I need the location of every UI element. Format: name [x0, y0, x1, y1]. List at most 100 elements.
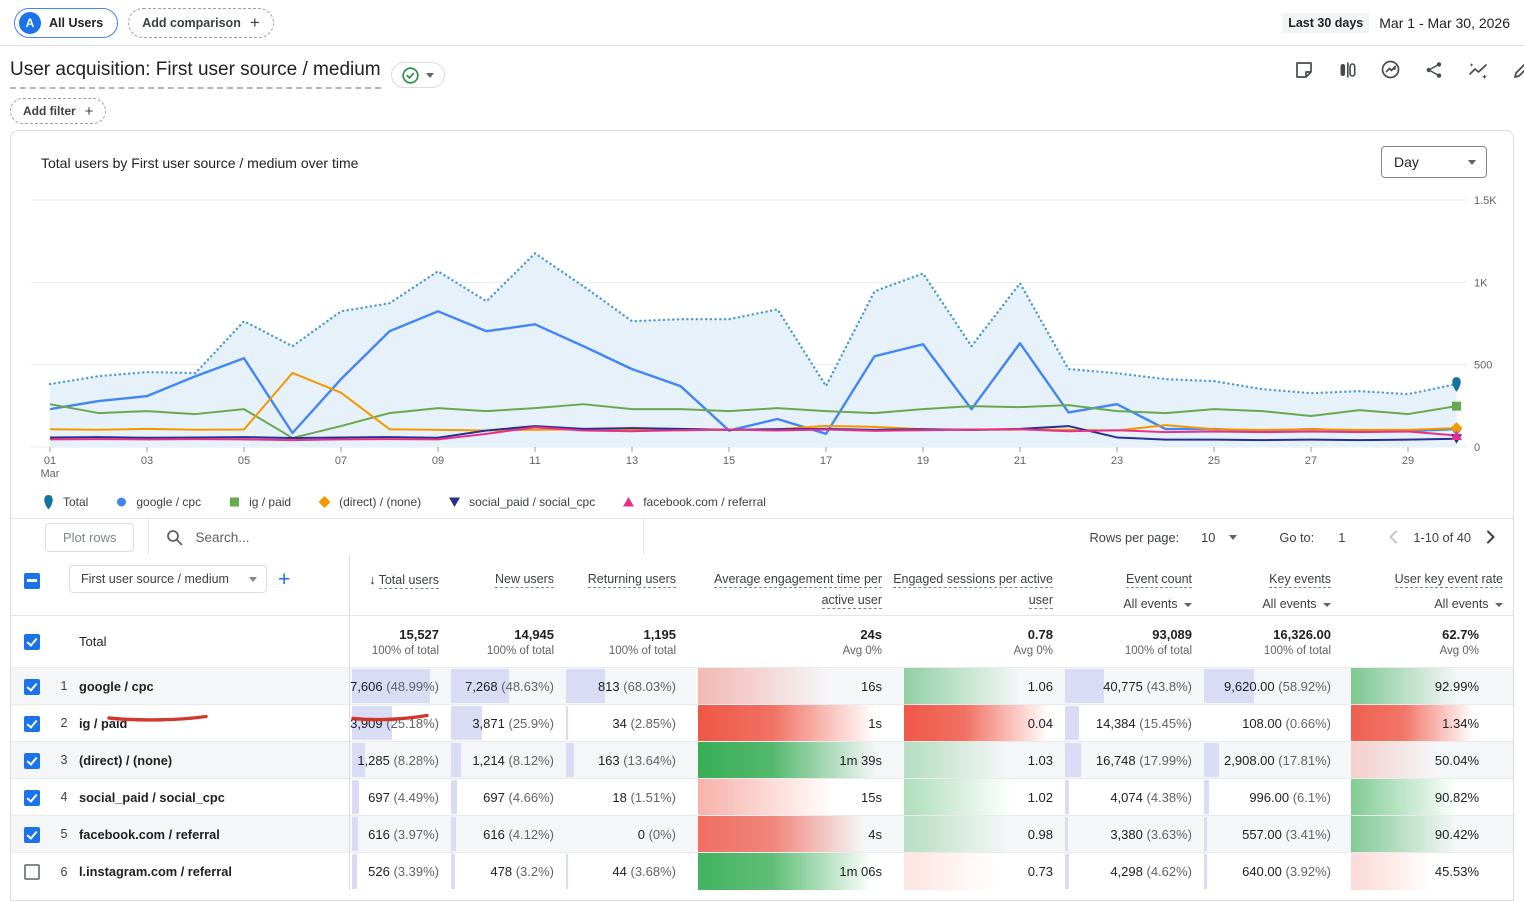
totals-cell-key_events: 16,326.00 100% of total	[1202, 615, 1342, 668]
metric-cell-returning_users: 813 (68.03%)	[564, 667, 687, 705]
metric-cell-event_count: 14,384 (15.45%)	[1063, 704, 1203, 742]
report-status-badge[interactable]	[390, 62, 445, 88]
row-checkbox[interactable]	[24, 678, 40, 695]
legend-item[interactable]: Total	[41, 494, 88, 510]
column-filter[interactable]: All events	[1203, 594, 1332, 615]
column-label[interactable]: Total users	[378, 573, 440, 589]
granularity-select[interactable]: Day	[1381, 146, 1487, 178]
insights-icon[interactable]	[1467, 60, 1489, 80]
heatmap-cell: 1.06	[904, 668, 1064, 705]
source-medium-cell: (direct) / (none)	[77, 741, 350, 779]
heatmap-cell: 0.04	[904, 705, 1064, 742]
chart-title: Total users by First user source / mediu…	[41, 155, 359, 171]
chevron-down-icon[interactable]	[1229, 534, 1238, 540]
totals-cell-event_count: 93,089 100% of total	[1063, 615, 1203, 668]
next-page-icon[interactable]	[1481, 528, 1499, 546]
notes-icon[interactable]	[1294, 60, 1314, 80]
column-filter[interactable]: All events	[1064, 594, 1193, 615]
row-checkbox[interactable]	[24, 715, 40, 732]
add-comparison-label: Add comparison	[142, 15, 241, 30]
legend-label: ig / paid	[249, 495, 292, 509]
column-label[interactable]: User key event rate	[1394, 572, 1504, 588]
data-bar	[351, 854, 357, 889]
column-header-user_key_event_rate: User key event rate All events	[1341, 555, 1513, 616]
table-row[interactable]: 6 l.instagram.com / referral 526 (3.39%) 4…	[11, 852, 1513, 890]
row-checkbox[interactable]	[24, 826, 40, 843]
metric-cell-event_count: 16,748 (17.99%)	[1063, 741, 1203, 779]
ab-compare-icon[interactable]	[1337, 60, 1357, 80]
totals-cell-engaged_sessions: 0.78 Avg 0%	[892, 615, 1064, 668]
data-bar	[1204, 817, 1208, 852]
row-checkbox[interactable]	[24, 752, 40, 769]
x-axis-tick-label: 13	[626, 455, 638, 467]
add-comparison-button[interactable]: Add comparison +	[128, 7, 274, 38]
edit-icon[interactable]	[1512, 60, 1524, 80]
legend-label: (direct) / (none)	[339, 495, 422, 509]
column-label[interactable]: Event count	[1126, 572, 1193, 588]
y-axis-tick-label: 1.5K	[1474, 195, 1497, 207]
page-title: User acquisition: First user source / me…	[10, 59, 381, 89]
date-range-type: Last 30 days	[1282, 12, 1370, 33]
table-row[interactable]: 2 ig / paid 3,909 (25.18%) 3,871 (25.9%) 34…	[11, 704, 1513, 742]
share-icon[interactable]	[1424, 60, 1444, 80]
column-label[interactable]: Returning users	[587, 572, 677, 588]
add-dimension-button[interactable]: +	[278, 569, 290, 590]
table-row[interactable]: 5 facebook.com / referral 616 (3.97%) 616 …	[11, 815, 1513, 853]
rows-per-page-label: Rows per page:	[1089, 529, 1180, 545]
goto-label: Go to:	[1279, 529, 1315, 545]
timeseries-chart[interactable]: 1.5K 1K 500 0 01 Mar 03 05 07 09 11 13 15 17 19 21 23 25 2…	[11, 186, 1513, 486]
heatmap-cell: 1.02	[904, 779, 1064, 816]
legend-item[interactable]: google / cpc	[114, 494, 201, 510]
totals-checkbox[interactable]	[24, 634, 40, 651]
table-row[interactable]: 4 social_paid / social_cpc 697 (4.49%) 697…	[11, 778, 1513, 816]
dimension-select[interactable]: First user source / medium	[69, 565, 267, 593]
x-axis-tick-label: 05	[238, 455, 250, 467]
metric-cell-key_events: 108.00 (0.66%)	[1202, 704, 1342, 742]
goto-page-input[interactable]: 1	[1338, 530, 1345, 545]
select-all-checkbox[interactable]	[24, 572, 40, 589]
metric-cell-new_users: 616 (4.12%)	[449, 815, 565, 853]
x-axis-tick-label: 29	[1402, 455, 1414, 467]
metric-cell-event_count: 4,074 (4.38%)	[1063, 778, 1203, 816]
date-range-picker[interactable]: Last 30 days Mar 1 - Mar 30, 2026	[1282, 12, 1510, 33]
metric-cell-new_users: 478 (3.2%)	[449, 852, 565, 890]
chevron-down-icon	[249, 576, 257, 582]
previous-page-icon[interactable]	[1385, 528, 1403, 546]
row-checkbox[interactable]	[24, 863, 40, 880]
table-row[interactable]: 1 google / cpc 7,606 (48.99%) 7,268 (48.63…	[11, 667, 1513, 705]
metric-cell-engaged_sessions: 0.04	[892, 704, 1064, 742]
source-medium-cell: l.instagram.com / referral	[77, 852, 350, 890]
column-label[interactable]: Key events	[1269, 572, 1332, 588]
table-row[interactable]: 3 (direct) / (none) 1,285 (8.28%) 1,214 (8…	[11, 741, 1513, 779]
x-axis-tick-label: 07	[335, 455, 347, 467]
column-label[interactable]: New users	[494, 572, 555, 588]
x-axis-tick-label: 15	[723, 455, 735, 467]
heatmap-cell: 90.42%	[1351, 816, 1490, 853]
table-search-input[interactable]: Search...	[148, 519, 645, 555]
column-label[interactable]: Average engagement time per active user	[714, 572, 883, 609]
metric-cell-key_events: 9,620.00 (58.92%)	[1202, 667, 1342, 705]
chevron-down-icon	[1184, 602, 1193, 607]
metric-cell-user_key_event_rate: 1.34%	[1341, 704, 1513, 742]
heatmap-cell: 50.04%	[1351, 742, 1490, 779]
rows-per-page-select[interactable]: 10	[1201, 530, 1215, 545]
legend-item[interactable]: social_paid / social_cpc	[447, 494, 595, 510]
audience-chip-all-users[interactable]: A All Users	[14, 7, 119, 38]
row-checkbox[interactable]	[24, 789, 40, 806]
legend-marker-diamond-icon	[318, 496, 331, 508]
column-label[interactable]: Engaged sessions per active user	[893, 572, 1054, 609]
add-filter-button[interactable]: Add filter +	[10, 98, 107, 124]
plot-rows-button[interactable]: Plot rows	[45, 522, 135, 552]
row-index: 2	[51, 704, 77, 742]
column-filter[interactable]: All events	[1342, 594, 1504, 615]
legend-item[interactable]: (direct) / (none)	[317, 494, 421, 510]
metric-cell-returning_users: 0 (0%)	[564, 815, 687, 853]
speed-insights-icon[interactable]	[1380, 59, 1401, 80]
legend-marker-triangle-up-icon	[623, 497, 635, 507]
data-bar	[1065, 817, 1069, 852]
legend-item[interactable]: ig / paid	[227, 494, 291, 510]
metric-cell-user_key_event_rate: 45.53%	[1341, 852, 1513, 890]
heatmap-cell: 4s	[698, 816, 893, 853]
legend-item[interactable]: facebook.com / referral	[621, 494, 766, 510]
source-medium-cell: facebook.com / referral	[77, 815, 350, 853]
